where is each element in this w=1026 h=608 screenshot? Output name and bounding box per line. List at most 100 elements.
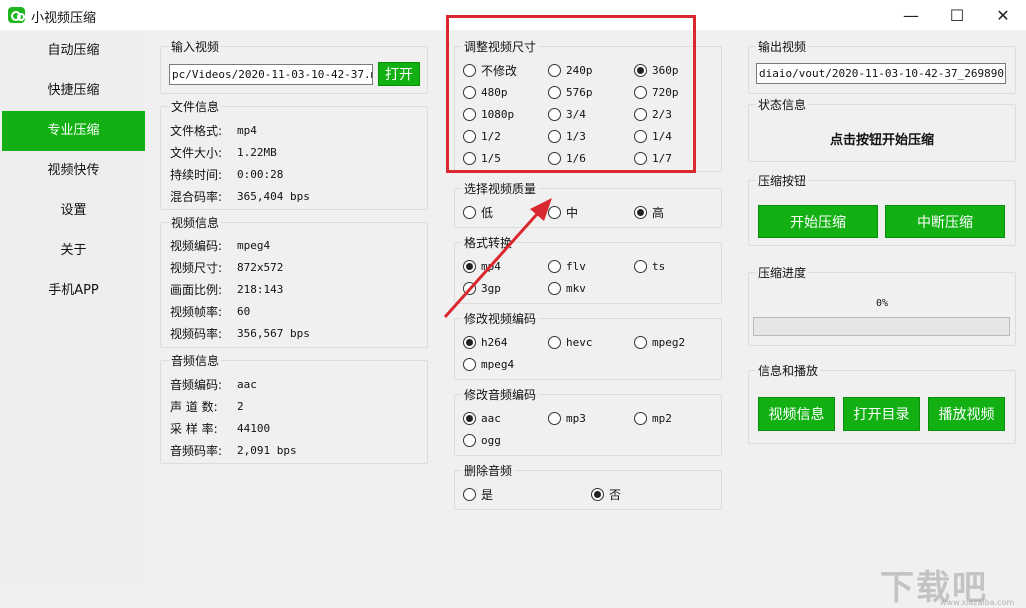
sidebar-item-mobile-app[interactable]: 手机APP <box>2 271 145 311</box>
channels-value: 2 <box>237 400 244 413</box>
radio-icon <box>463 433 476 447</box>
watermark-url: www.xiazaiba.com <box>940 598 1015 607</box>
remove-audio-yes[interactable]: 是 <box>463 486 493 502</box>
file-size-label: 文件大小: <box>170 146 223 160</box>
file-size-value: 1.22MB <box>237 146 277 159</box>
resize-option-576p[interactable]: 576p <box>548 84 593 100</box>
play-video-button[interactable]: 播放视频 <box>928 397 1005 431</box>
radio-icon <box>463 357 476 371</box>
acodec-option-ogg[interactable]: ogg <box>463 432 501 448</box>
radio-selected-icon <box>463 335 476 349</box>
resize-option-360p[interactable]: 360p <box>634 62 679 78</box>
radio-icon <box>634 259 647 273</box>
video-codec-label: 视频编码: <box>170 239 223 253</box>
radio-selected-icon <box>591 487 604 501</box>
audio-codec-label: 音频编码: <box>170 378 223 392</box>
sidebar-item-about[interactable]: 关于 <box>2 231 145 271</box>
radio-icon <box>634 151 647 165</box>
radio-icon <box>548 335 561 349</box>
sample-rate-value: 44100 <box>237 422 271 435</box>
radio-icon <box>548 107 561 121</box>
remove-audio-no[interactable]: 否 <box>591 486 621 502</box>
duration-label: 持续时间: <box>170 168 223 182</box>
video-codec-value: mpeg4 <box>237 239 271 252</box>
vcodec-option-h264[interactable]: h264 <box>463 334 508 350</box>
progress-title: 压缩进度 <box>756 264 809 281</box>
app-logo-icon <box>8 7 25 23</box>
radio-icon <box>634 107 647 121</box>
progress-percent: 0% <box>875 298 889 309</box>
remove-audio-title: 删除音频 <box>462 462 515 479</box>
radio-icon <box>463 151 476 165</box>
channels-label: 声 道 数: <box>170 400 218 414</box>
sample-rate-label: 采 样 率: <box>170 422 218 436</box>
status-message: 点击按钮开始压缩 <box>829 133 934 148</box>
output-path-field[interactable]: diaio/vout/2020-11-03-10-42-37_269890.mp… <box>756 63 1006 84</box>
window-title: 小视频压缩 <box>31 11 97 26</box>
radio-selected-icon <box>463 411 476 425</box>
aspect-ratio-value: 218:143 <box>237 283 284 296</box>
sidebar-item-video-transfer[interactable]: 视频快传 <box>2 151 145 191</box>
audio-codec-value: aac <box>237 378 257 391</box>
sidebar-item-pro-compress[interactable]: 专业压缩 <box>2 111 145 151</box>
radio-icon <box>548 85 561 99</box>
audio-codec-title: 修改音频编码 <box>462 386 539 403</box>
acodec-option-aac[interactable]: aac <box>463 410 501 426</box>
file-format-value: mp4 <box>237 124 257 137</box>
input-path-field[interactable]: pc/Videos/2020-11-03-10-42-37.mp4 <box>169 64 373 85</box>
video-info-button[interactable]: 视频信息 <box>758 397 835 431</box>
radio-icon <box>548 63 561 77</box>
resize-option-480p[interactable]: 480p <box>463 84 508 100</box>
frame-rate-label: 视频帧率: <box>170 305 223 319</box>
resize-option-1-2[interactable]: 1/2 <box>463 128 501 144</box>
resize-option-1-6[interactable]: 1/6 <box>548 150 586 166</box>
annotation-arrow-icon <box>443 198 552 318</box>
radio-icon <box>634 85 647 99</box>
open-file-button[interactable]: 打开 <box>378 62 420 86</box>
acodec-option-mp3[interactable]: mp3 <box>548 410 586 426</box>
radio-selected-icon <box>634 63 647 77</box>
resize-option-1080p[interactable]: 1080p <box>463 106 514 122</box>
radio-icon <box>634 335 647 349</box>
audio-bitrate-value: 2,091 bps <box>237 444 297 457</box>
resize-title: 调整视频尺寸 <box>462 38 539 55</box>
acodec-option-mp2[interactable]: mp2 <box>634 410 672 426</box>
resize-option-3-4[interactable]: 3/4 <box>548 106 586 122</box>
resize-option-720p[interactable]: 720p <box>634 84 679 100</box>
resize-option-240p[interactable]: 240p <box>548 62 593 78</box>
video-info-title: 视频信息 <box>169 214 222 231</box>
close-button[interactable]: ✕ <box>980 0 1026 30</box>
radio-icon <box>548 411 561 425</box>
quality-option-high[interactable]: 高 <box>634 204 664 220</box>
maximize-button[interactable]: ☐ <box>934 0 980 30</box>
open-directory-button[interactable]: 打开目录 <box>843 397 920 431</box>
playback-title: 信息和播放 <box>756 362 821 379</box>
vcodec-option-hevc[interactable]: hevc <box>548 334 593 350</box>
resize-option-1-5[interactable]: 1/5 <box>463 150 501 166</box>
sidebar-item-quick-compress[interactable]: 快捷压缩 <box>2 71 145 111</box>
output-video-title: 输出视频 <box>756 38 809 55</box>
minimize-button[interactable]: — <box>888 0 934 30</box>
sidebar-item-auto-compress[interactable]: 自动压缩 <box>2 31 145 71</box>
resize-option-1-4[interactable]: 1/4 <box>634 128 672 144</box>
radio-selected-icon <box>634 205 647 219</box>
resize-option-1-7[interactable]: 1/7 <box>634 150 672 166</box>
resize-option-1-3[interactable]: 1/3 <box>548 128 586 144</box>
resize-option-2-3[interactable]: 2/3 <box>634 106 672 122</box>
stop-compress-button[interactable]: 中断压缩 <box>885 205 1005 238</box>
mixed-bitrate-value: 365,404 bps <box>237 190 310 203</box>
format-option-ts[interactable]: ts <box>634 258 665 274</box>
title-bar: 小视频压缩 — ☐ ✕ <box>0 0 1026 30</box>
radio-icon <box>634 129 647 143</box>
progress-bar <box>753 317 1010 336</box>
video-size-value: 872x572 <box>237 261 284 274</box>
sidebar: 自动压缩 快捷压缩 专业压缩 视频快传 设置 关于 手机APP <box>2 31 145 585</box>
aspect-ratio-label: 画面比例: <box>170 283 223 297</box>
resize-option-none[interactable]: 不修改 <box>463 62 517 78</box>
vcodec-option-mpeg4[interactable]: mpeg4 <box>463 356 514 372</box>
file-info-title: 文件信息 <box>169 98 222 115</box>
start-compress-button[interactable]: 开始压缩 <box>758 205 878 238</box>
vcodec-option-mpeg2[interactable]: mpeg2 <box>634 334 685 350</box>
sidebar-item-settings[interactable]: 设置 <box>2 191 145 231</box>
status-title: 状态信息 <box>756 96 809 113</box>
